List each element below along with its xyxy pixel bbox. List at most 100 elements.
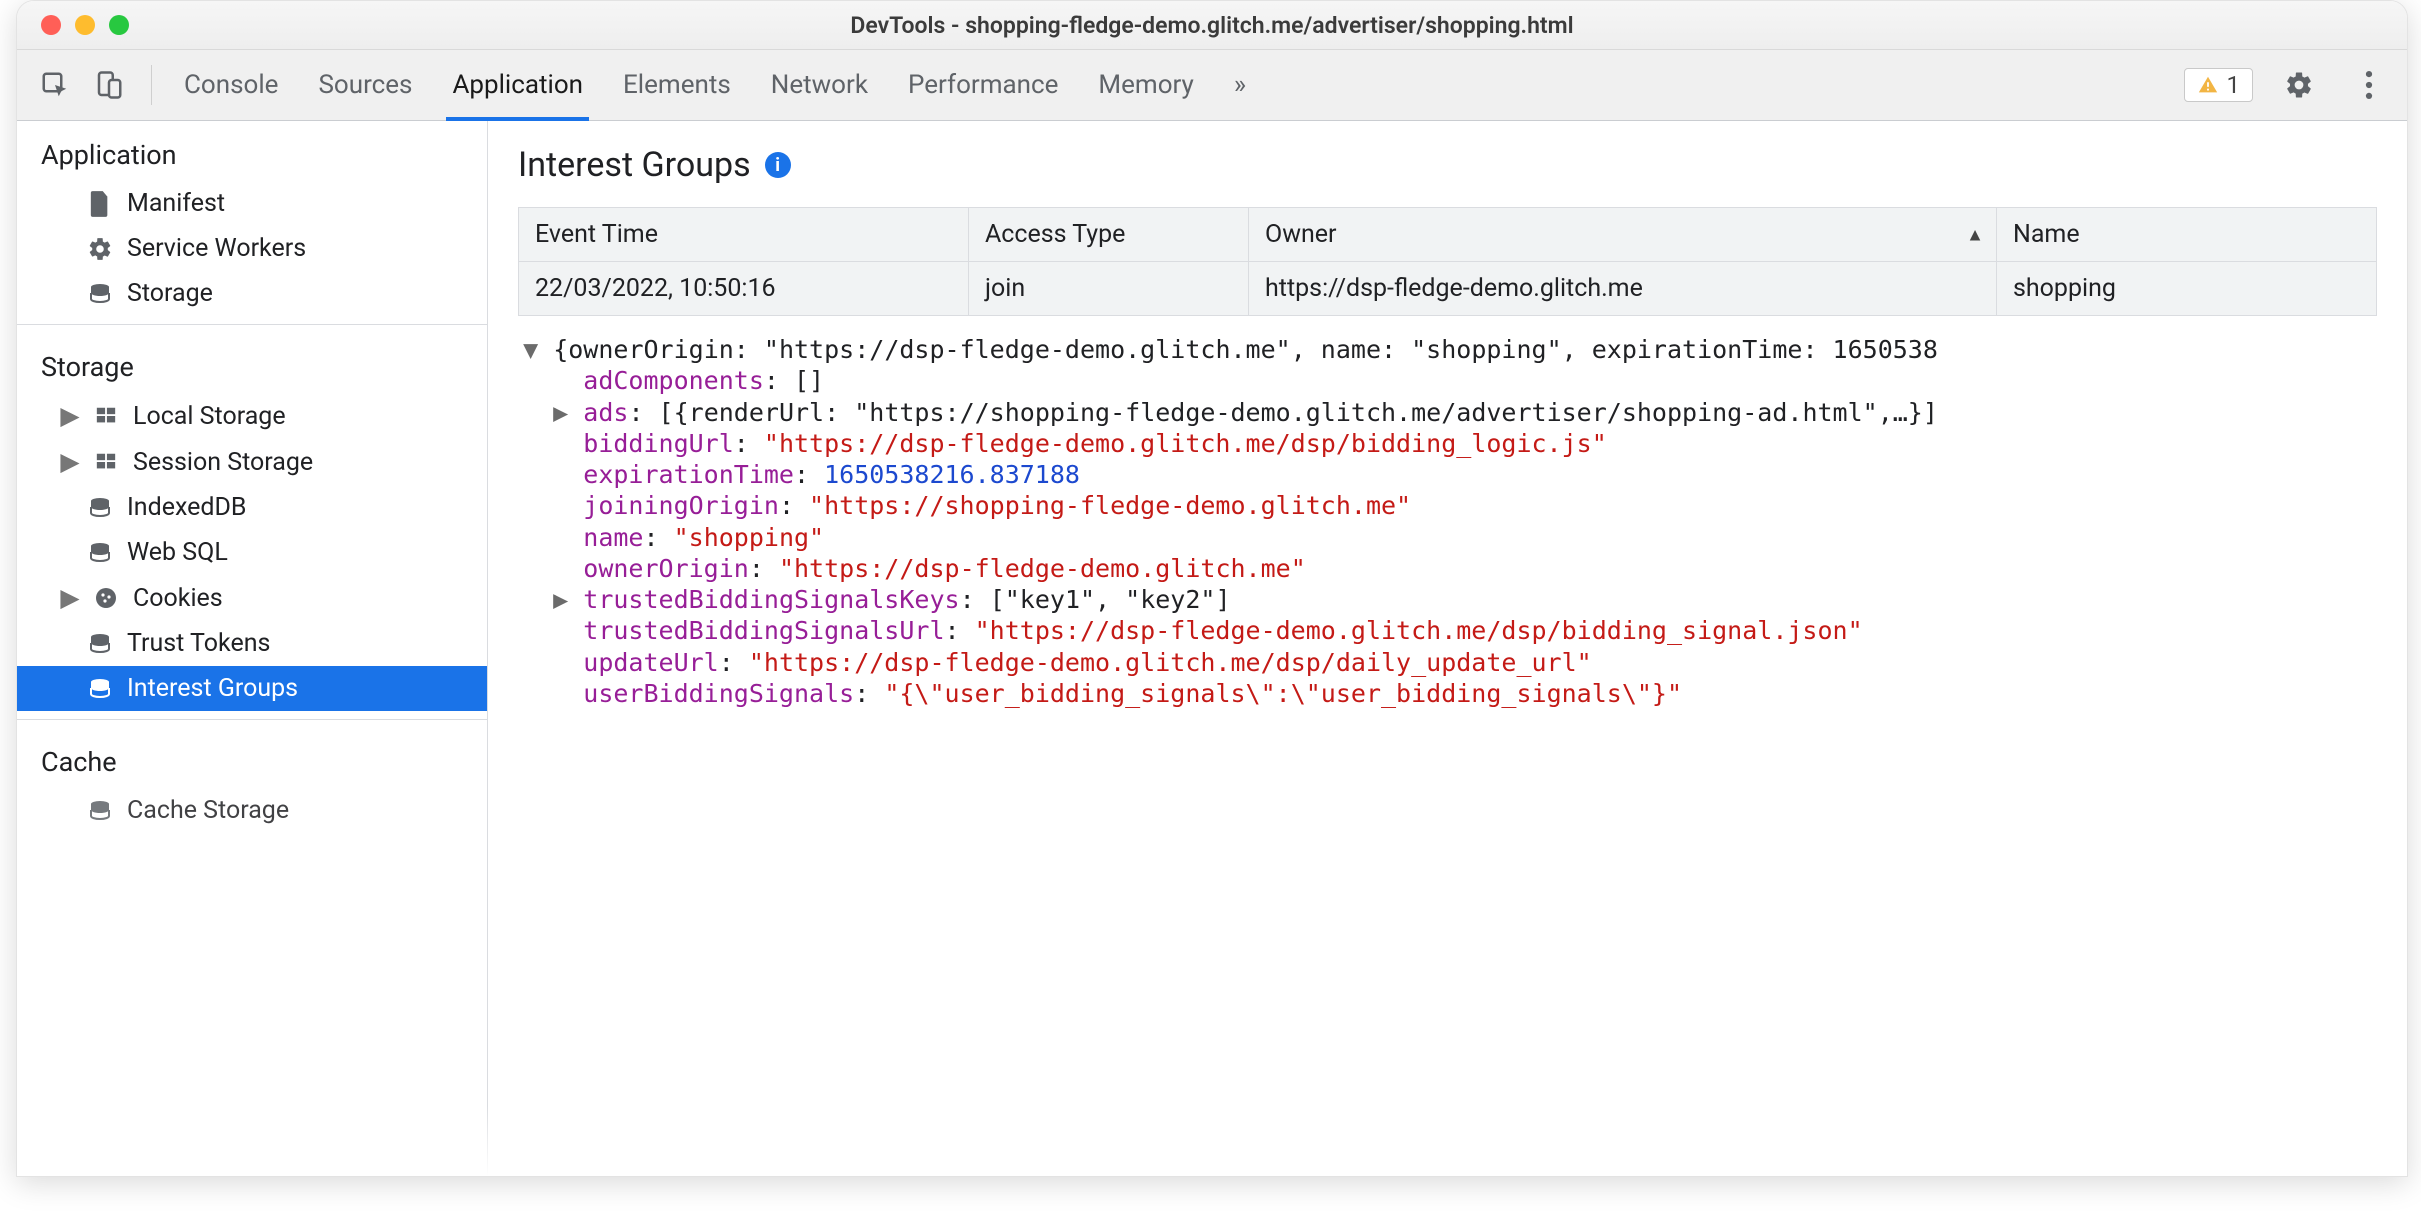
grid-icon	[91, 451, 121, 473]
sidebar-item-cookies[interactable]: ▶ Cookies	[17, 575, 487, 621]
toolbar-separator	[151, 65, 152, 105]
col-owner[interactable]: Owner ▲	[1249, 208, 1997, 262]
tab-label: Console	[184, 70, 278, 100]
devtools-window: DevTools - shopping-fledge-demo.glitch.m…	[16, 0, 2408, 1177]
events-table-wrap: Event Time Access Type Owner ▲ Name 22/03…	[488, 207, 2407, 316]
sidebar-item-label: Trust Tokens	[127, 629, 270, 658]
close-window-icon[interactable]	[41, 15, 61, 35]
gear-icon	[85, 236, 115, 262]
chevron-right-icon: ▶	[61, 447, 79, 477]
info-icon[interactable]: i	[765, 152, 791, 178]
minimize-window-icon[interactable]	[75, 15, 95, 35]
tab-label: Application	[452, 70, 583, 100]
tab-label: Sources	[318, 70, 412, 100]
sidebar-item-local-storage[interactable]: ▶ Local Storage	[17, 393, 487, 439]
main-split: Application Manifest Service Workers Sto…	[17, 121, 2407, 1177]
sidebar-item-label: Cookies	[133, 584, 223, 613]
section-storage-title: Storage	[17, 333, 487, 393]
col-label: Access Type	[985, 220, 1125, 249]
sidebar-item-indexeddb[interactable]: IndexedDB	[17, 485, 487, 530]
sidebar-item-label: Web SQL	[127, 538, 228, 567]
sidebar-item-trust-tokens[interactable]: Trust Tokens	[17, 621, 487, 666]
sidebar-item-session-storage[interactable]: ▶ Session Storage	[17, 439, 487, 485]
sidebar-item-interest-groups[interactable]: Interest Groups	[17, 666, 487, 711]
tab-console[interactable]: Console	[184, 50, 278, 120]
cell-name: shopping	[1997, 262, 2377, 316]
sidebar-item-label: IndexedDB	[127, 493, 246, 522]
content-pane: Interest Groups i Event Time Access Type…	[488, 121, 2407, 1177]
window-controls	[41, 15, 129, 35]
sidebar-item-storage[interactable]: Storage	[17, 271, 487, 316]
col-name[interactable]: Name	[1997, 208, 2377, 262]
events-table: Event Time Access Type Owner ▲ Name 22/03…	[518, 207, 2377, 316]
settings-icon[interactable]	[2275, 61, 2323, 109]
tab-label: Memory	[1098, 70, 1193, 100]
tab-memory[interactable]: Memory	[1098, 50, 1193, 120]
sidebar-item-label: Interest Groups	[127, 674, 298, 703]
sidebar-separator	[17, 719, 487, 720]
panel-tabs: Console Sources Application Elements Net…	[170, 50, 2178, 120]
application-sidebar: Application Manifest Service Workers Sto…	[17, 121, 488, 1177]
sidebar-item-label: Cache Storage	[127, 796, 289, 825]
window-title: DevTools - shopping-fledge-demo.glitch.m…	[850, 12, 1573, 39]
section-cache-title: Cache	[17, 728, 487, 788]
chevron-right-double-icon: »	[1234, 70, 1246, 100]
grid-icon	[91, 405, 121, 427]
warning-icon	[2197, 74, 2219, 96]
database-icon	[85, 541, 115, 565]
sidebar-item-label: Local Storage	[133, 402, 286, 431]
database-icon	[85, 632, 115, 656]
sidebar-item-label: Manifest	[127, 189, 225, 218]
tab-label: Network	[771, 70, 868, 100]
section-application-title: Application	[17, 121, 487, 181]
sidebar-item-websql[interactable]: Web SQL	[17, 530, 487, 575]
detail-json-viewer[interactable]: ▼ {ownerOrigin: "https://dsp-fledge-demo…	[488, 316, 2407, 729]
tab-network[interactable]: Network	[771, 50, 868, 120]
table-row[interactable]: 22/03/2022, 10:50:16 join https://dsp-fl…	[519, 262, 2377, 316]
sort-asc-icon: ▲	[1966, 224, 1984, 245]
issues-count: 1	[2227, 71, 2241, 99]
tab-performance[interactable]: Performance	[908, 50, 1058, 120]
fade-overlay	[17, 1106, 2407, 1176]
cell-owner: https://dsp-fledge-demo.glitch.me	[1249, 262, 1997, 316]
cell-event-time: 22/03/2022, 10:50:16	[519, 262, 969, 316]
tab-label: Performance	[908, 70, 1058, 100]
cell-access-type: join	[969, 262, 1249, 316]
devtools-toolbar: Console Sources Application Elements Net…	[17, 50, 2407, 121]
col-access-type[interactable]: Access Type	[969, 208, 1249, 262]
chevron-right-icon: ▶	[61, 583, 79, 613]
tab-elements[interactable]: Elements	[623, 50, 731, 120]
sidebar-item-service-workers[interactable]: Service Workers	[17, 226, 487, 271]
inspect-element-icon[interactable]	[31, 61, 79, 109]
tab-application[interactable]: Application	[452, 50, 583, 120]
tabs-overflow[interactable]: »	[1234, 50, 1246, 120]
col-label: Name	[2013, 220, 2080, 249]
col-label: Owner	[1265, 220, 1337, 249]
database-icon	[85, 282, 115, 306]
page-heading: Interest Groups i	[488, 121, 2407, 207]
sidebar-separator	[17, 324, 487, 325]
tab-sources[interactable]: Sources	[318, 50, 412, 120]
page-heading-text: Interest Groups	[518, 145, 751, 185]
sidebar-item-manifest[interactable]: Manifest	[17, 181, 487, 226]
zoom-window-icon[interactable]	[109, 15, 129, 35]
col-label: Event Time	[535, 220, 658, 249]
database-icon	[85, 677, 115, 701]
chevron-right-icon: ▶	[61, 401, 79, 431]
cookie-icon	[91, 586, 121, 610]
kebab-menu-icon[interactable]	[2345, 61, 2393, 109]
sidebar-item-cache-storage[interactable]: Cache Storage	[17, 788, 487, 833]
sidebar-item-label: Storage	[127, 279, 213, 308]
tab-label: Elements	[623, 70, 731, 100]
database-icon	[85, 496, 115, 520]
device-toolbar-icon[interactable]	[85, 61, 133, 109]
table-header-row: Event Time Access Type Owner ▲ Name	[519, 208, 2377, 262]
col-event-time[interactable]: Event Time	[519, 208, 969, 262]
file-icon	[85, 191, 115, 217]
toolbar-right: 1	[2184, 61, 2394, 109]
database-icon	[85, 799, 115, 823]
issues-badge[interactable]: 1	[2184, 68, 2254, 102]
sidebar-item-label: Service Workers	[127, 234, 306, 263]
sidebar-item-label: Session Storage	[133, 448, 313, 477]
window-titlebar: DevTools - shopping-fledge-demo.glitch.m…	[17, 1, 2407, 50]
